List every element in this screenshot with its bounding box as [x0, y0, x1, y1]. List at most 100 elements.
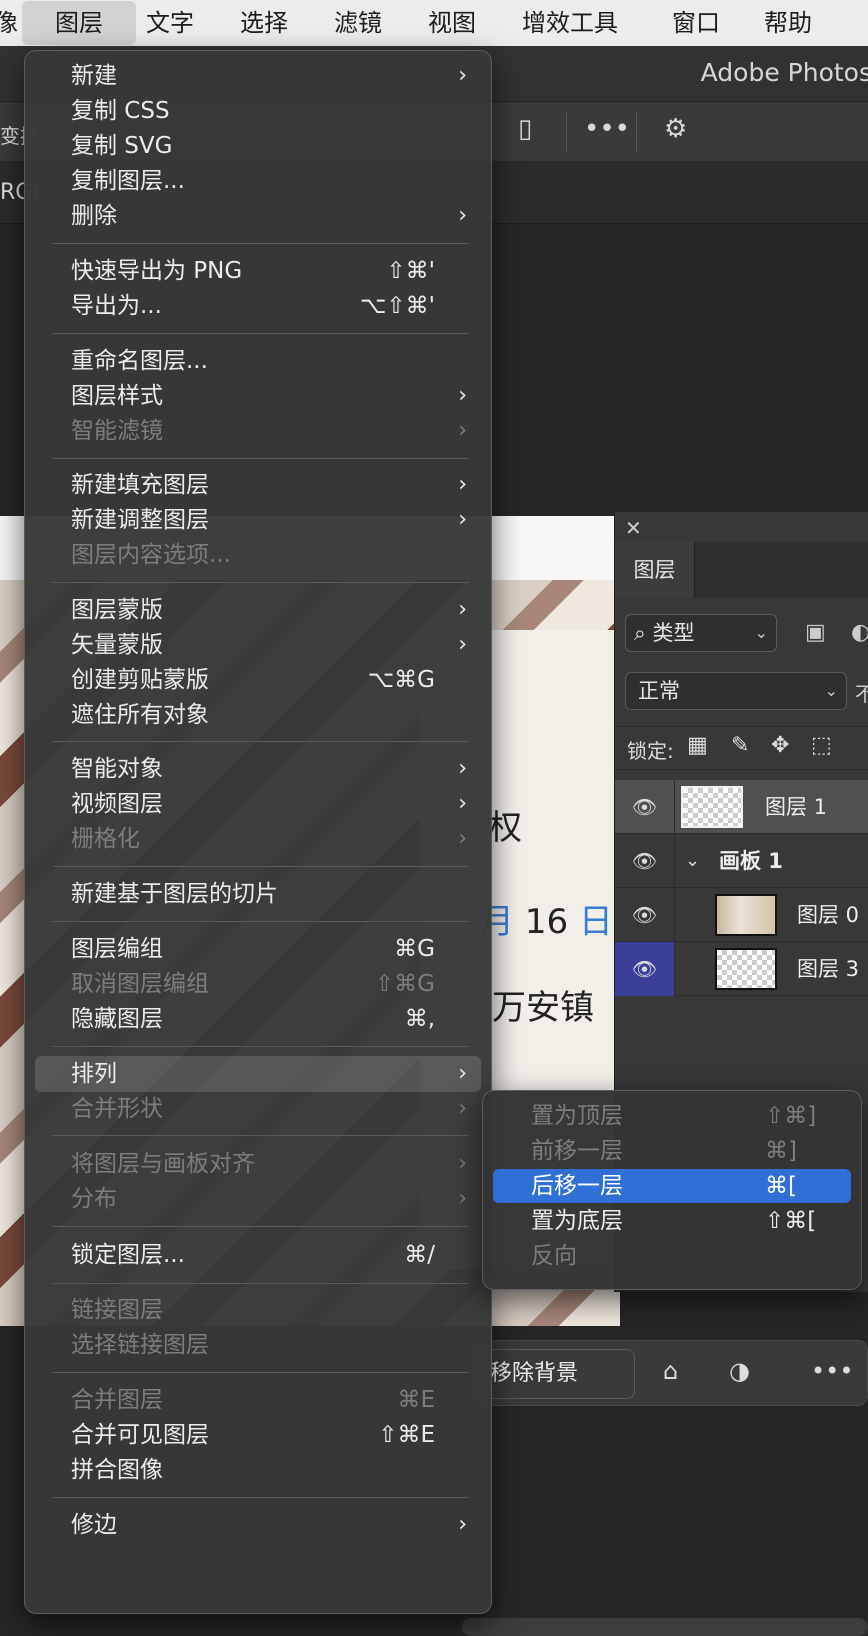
arrange-submenu: 置为顶层 ⇧⌘] 前移一层 ⌘] 后移一层 ⌘[ 置为底层 ⇧⌘[ 反向 — [482, 1090, 862, 1290]
layer-group-row[interactable]: 👁 ⌄ 画板 1 — [615, 834, 868, 888]
adjustment-icon[interactable]: ◑ — [729, 1357, 750, 1385]
menubar-item-image[interactable]: 像 — [0, 0, 18, 46]
transform-icon[interactable]: ⌂ — [663, 1357, 678, 1385]
tab-layers[interactable]: 图层 — [615, 542, 695, 598]
menu-item-new[interactable]: 新建 › — [35, 58, 481, 94]
submenu-item-send-to-back[interactable]: 置为底层 ⇧⌘[ — [493, 1204, 851, 1238]
menu-item-merge-visible[interactable]: 合并可见图层 ⇧⌘E — [35, 1417, 481, 1453]
more-options-icon[interactable]: ••• — [811, 1357, 853, 1385]
menu-item-rename-layer[interactable]: 重命名图层... — [35, 343, 481, 379]
menu-item-shortcut: ⇧⌘G — [374, 971, 435, 997]
menu-item-label: 隐藏图层 — [71, 1006, 163, 1032]
menu-item-label: 重命名图层... — [71, 348, 208, 374]
menu-item-label: 创建剪贴蒙版 — [71, 667, 209, 693]
menu-item-combine-shapes: 合并形状 › — [35, 1091, 481, 1127]
menu-item-label: 复制图层... — [71, 168, 185, 194]
menu-item-lock-layers[interactable]: 锁定图层... ⌘/ — [35, 1237, 481, 1273]
menu-item-copy-css[interactable]: 复制 CSS — [35, 93, 481, 129]
menu-item-layer-style[interactable]: 图层样式 › — [35, 378, 481, 414]
menubar-item-type[interactable]: 文字 — [146, 0, 194, 46]
menu-item-create-clipping-mask[interactable]: 创建剪贴蒙版 ⌥⌘G — [35, 662, 481, 698]
menubar-item-plugins[interactable]: 增效工具 — [522, 0, 618, 46]
menu-item-label: 图层内容选项... — [71, 542, 231, 568]
menubar-item-layer[interactable]: 图层 — [22, 1, 136, 45]
layer-thumbnail — [715, 894, 777, 936]
menu-item-label: 智能滤镜 — [71, 418, 163, 444]
lock-transparent-pixels-icon[interactable]: ▦ — [687, 733, 708, 758]
layer-row[interactable]: 👁 图层 3 — [615, 942, 868, 996]
menu-item-arrange[interactable]: 排列 › — [35, 1056, 481, 1092]
blend-mode-select[interactable]: 正常 ⌄ — [625, 672, 847, 710]
menu-item-video-layers[interactable]: 视频图层 › — [35, 786, 481, 822]
lock-artboard-icon[interactable]: ⬚ — [811, 733, 832, 758]
menu-item-label: 合并形状 — [71, 1096, 163, 1122]
menu-item-label: 链接图层 — [71, 1297, 163, 1323]
menu-item-mask-all-objects[interactable]: 遮住所有对象 — [35, 697, 481, 733]
menu-item-matting[interactable]: 修边 › — [35, 1507, 481, 1543]
menu-item-label: 取消图层编组 — [71, 971, 209, 997]
chevron-right-icon: › — [458, 203, 467, 228]
menu-separator — [53, 1135, 469, 1136]
remove-background-label: 移除背景 — [490, 1361, 579, 1386]
submenu-item-shortcut: ⇧⌘[ — [765, 1208, 817, 1234]
eye-icon[interactable]: 👁 — [615, 888, 675, 942]
layer-row[interactable]: 👁 图层 1 — [615, 780, 868, 834]
menubar-item-help[interactable]: 帮助 — [764, 0, 812, 46]
menu-item-group-layers[interactable]: 图层编组 ⌘G — [35, 931, 481, 967]
menu-separator — [53, 1497, 469, 1498]
remove-background-button[interactable]: 移除背景 — [475, 1349, 635, 1399]
lock-position-icon[interactable]: ✥ — [771, 733, 789, 758]
menu-item-duplicate-layer[interactable]: 复制图层... — [35, 163, 481, 199]
menu-item-copy-svg[interactable]: 复制 SVG — [35, 128, 481, 164]
menu-item-label: 锁定图层... — [71, 1242, 185, 1268]
eye-icon[interactable]: 👁 — [615, 942, 675, 996]
eye-icon[interactable]: 👁 — [615, 834, 675, 888]
menu-item-new-fill-layer[interactable]: 新建填充图层 › — [35, 467, 481, 503]
align-icon[interactable]: ▯ — [518, 114, 532, 144]
lock-label: 锁定: — [627, 739, 674, 763]
submenu-item-label: 置为顶层 — [531, 1103, 623, 1129]
more-options-icon[interactable]: ••• — [584, 114, 630, 144]
menu-item-label: 复制 CSS — [71, 98, 170, 124]
menubar-item-filter[interactable]: 滤镜 — [334, 0, 382, 46]
menu-item-label: 矢量蒙版 — [71, 632, 163, 658]
menu-item-new-adjustment-layer[interactable]: 新建调整图层 › — [35, 502, 481, 538]
menu-item-delete[interactable]: 删除 › — [35, 198, 481, 234]
chevron-down-icon[interactable]: ⌄ — [685, 834, 700, 888]
menubar-item-view[interactable]: 视图 — [428, 0, 476, 46]
gear-icon[interactable]: ⚙ — [664, 114, 687, 144]
menubar-item-window[interactable]: 窗口 — [672, 0, 720, 46]
menu-item-label: 选择链接图层 — [71, 1332, 209, 1358]
menu-item-label: 图层蒙版 — [71, 597, 163, 623]
layer-row[interactable]: 👁 图层 0 — [615, 888, 868, 942]
menu-item-label: 删除 — [71, 203, 117, 229]
submenu-item-send-backward[interactable]: 后移一层 ⌘[ — [493, 1169, 851, 1203]
horizontal-scrollbar[interactable] — [462, 1618, 868, 1636]
menu-item-export-as[interactable]: 导出为... ⌥⇧⌘' — [35, 288, 481, 324]
menu-item-new-layer-based-slice[interactable]: 新建基于图层的切片 — [35, 876, 481, 912]
menu-item-flatten-image[interactable]: 拼合图像 — [35, 1452, 481, 1488]
menu-item-rasterize: 栅格化 › — [35, 821, 481, 857]
menu-item-quick-export-png[interactable]: 快速导出为 PNG ⇧⌘' — [35, 253, 481, 289]
card-text-day: 16 — [524, 902, 569, 942]
layer-filter-select[interactable]: ⌕ 类型 ⌄ — [625, 614, 777, 652]
menu-item-layer-mask[interactable]: 图层蒙版 › — [35, 592, 481, 628]
menu-item-label: 快速导出为 PNG — [71, 258, 243, 284]
menu-item-shortcut: ⌥⇧⌘' — [359, 293, 435, 319]
eye-icon[interactable]: 👁 — [615, 780, 675, 834]
menu-item-label: 图层编组 — [71, 936, 163, 962]
menu-item-vector-mask[interactable]: 矢量蒙版 › — [35, 627, 481, 663]
menu-item-label: 复制 SVG — [71, 133, 173, 159]
menu-item-label: 智能对象 — [71, 756, 163, 782]
close-icon[interactable]: ✕ — [625, 516, 642, 540]
adjustment-filter-icon[interactable]: ◐ — [851, 620, 868, 645]
menubar-item-select[interactable]: 选择 — [240, 0, 288, 46]
menu-item-hide-layers[interactable]: 隐藏图层 ⌘, — [35, 1001, 481, 1037]
menu-separator — [53, 243, 469, 244]
chevron-right-icon: › — [458, 1061, 467, 1086]
submenu-item-shortcut: ⌘[ — [765, 1173, 797, 1199]
lock-image-pixels-icon[interactable]: ✎ — [731, 733, 749, 758]
divider — [636, 112, 637, 152]
image-filter-icon[interactable]: ▣ — [805, 620, 826, 645]
menu-item-smart-object[interactable]: 智能对象 › — [35, 751, 481, 787]
